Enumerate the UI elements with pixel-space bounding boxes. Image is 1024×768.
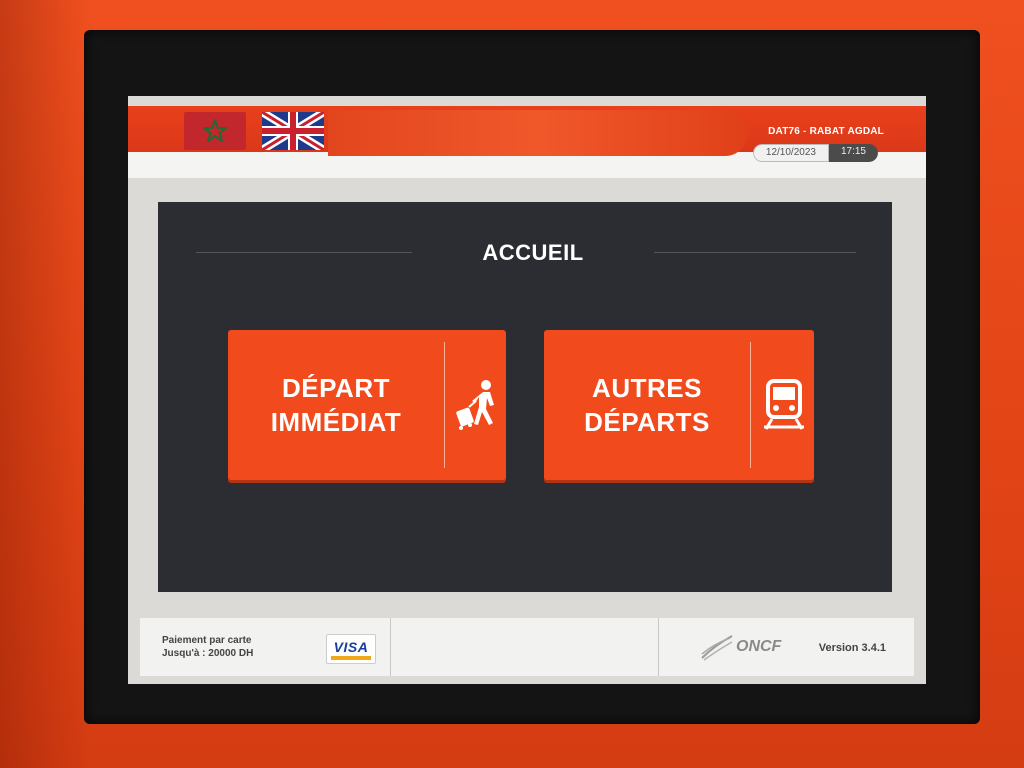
kiosk-screen: DAT76 - RABAT AGDAL 12/10/2023 17:15 ACC… (128, 96, 926, 684)
immediate-departure-label: DÉPART IMMÉDIAT (228, 330, 444, 480)
datetime-pill: 12/10/2023 17:15 (752, 144, 878, 162)
oncf-logo-text: ONCF (736, 638, 782, 655)
current-time: 17:15 (828, 144, 878, 162)
language-english-flag-button[interactable] (259, 108, 327, 154)
station-label: DAT76 - RABAT AGDAL (768, 126, 884, 137)
visa-card-logo: VISA (326, 634, 376, 664)
immediate-departure-button[interactable]: DÉPART IMMÉDIAT (228, 330, 506, 480)
version-label: Version 3.4.1 (818, 642, 886, 654)
station-code: DAT76 (768, 126, 801, 137)
uk-flag-icon (259, 108, 327, 154)
oncf-swoosh-icon (701, 635, 733, 661)
station-separator: - (800, 126, 810, 137)
payment-info: Paiement par carte Jusqu'à : 20000 DH (162, 634, 253, 660)
page-title: ACCUEIL (482, 240, 584, 265)
footer-divider (390, 618, 391, 676)
station-name: RABAT AGDAL (809, 126, 884, 137)
other-departures-label: AUTRES DÉPARTS (544, 330, 750, 480)
button-divider (750, 342, 751, 468)
train-icon (754, 375, 814, 435)
button-label-line2: IMMÉDIAT (270, 407, 402, 437)
language-arabic-flag-button[interactable] (184, 112, 246, 150)
header-swoosh (328, 110, 748, 156)
button-divider (444, 342, 445, 468)
button-label-line1: AUTRES (592, 373, 702, 403)
title-rule-left (196, 252, 412, 253)
visa-stripe (331, 655, 371, 660)
other-departures-button[interactable]: AUTRES DÉPARTS (544, 330, 814, 480)
traveler-with-luggage-icon (448, 375, 508, 435)
footer-bar: Paiement par carte Jusqu'à : 20000 DH VI… (140, 618, 914, 676)
button-label-line2: DÉPARTS (584, 407, 710, 437)
title-rule-right (654, 252, 856, 253)
button-label-line1: DÉPART (282, 373, 390, 403)
home-panel: ACCUEIL DÉPART IMMÉDIAT AUTRES DÉPARTS (158, 202, 892, 592)
oncf-logo: ONCF (700, 630, 800, 664)
casing-shadow (0, 0, 90, 768)
payment-line1: Paiement par carte (162, 635, 252, 646)
footer-divider (658, 618, 659, 676)
current-date: 12/10/2023 (752, 144, 829, 162)
visa-word: VISA (333, 638, 369, 655)
morocco-flag-icon (184, 112, 246, 150)
payment-limit: Jusqu'à : 20000 DH (162, 648, 254, 659)
